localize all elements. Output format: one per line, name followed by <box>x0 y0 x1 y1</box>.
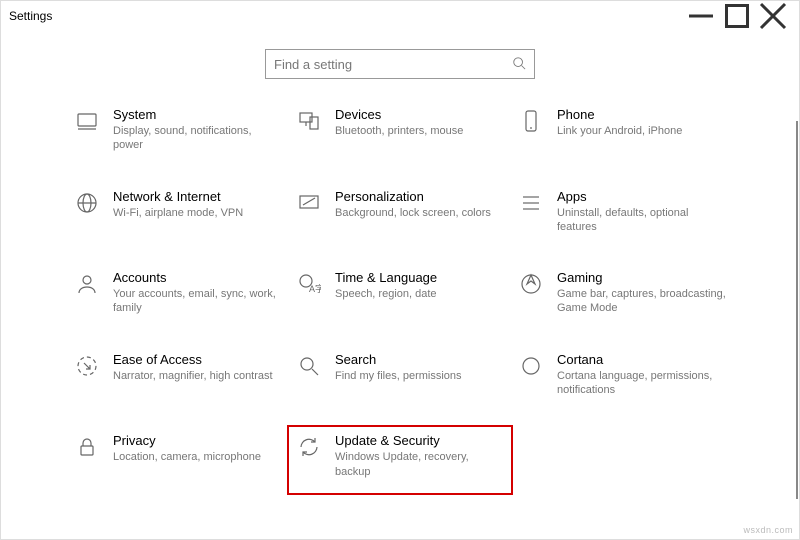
maximize-button[interactable] <box>719 2 755 30</box>
tile-subtitle: Find my files, permissions <box>335 369 505 383</box>
tile-title: Network & Internet <box>113 189 283 204</box>
tile-time-language[interactable]: A字 Time & Language Speech, region, date <box>295 270 505 316</box>
tile-subtitle: Narrator, magnifier, high contrast <box>113 369 283 383</box>
phone-icon <box>517 107 545 135</box>
tile-title: Privacy <box>113 433 283 448</box>
tile-subtitle: Bluetooth, printers, mouse <box>335 124 505 138</box>
tile-title: Gaming <box>557 270 727 285</box>
window-title: Settings <box>9 9 52 23</box>
tile-title: Cortana <box>557 352 727 367</box>
tile-subtitle: Display, sound, notifications, power <box>113 124 283 153</box>
lock-icon <box>73 433 101 461</box>
tile-subtitle: Location, camera, microphone <box>113 450 283 464</box>
tile-update-security[interactable]: Update & Security Windows Update, recove… <box>287 425 513 495</box>
system-icon <box>73 107 101 135</box>
tile-network[interactable]: Network & Internet Wi-Fi, airplane mode,… <box>73 189 283 235</box>
tile-title: Phone <box>557 107 727 122</box>
paint-icon <box>295 189 323 217</box>
tile-phone[interactable]: Phone Link your Android, iPhone <box>517 107 727 153</box>
cortana-icon <box>517 352 545 380</box>
tile-title: Update & Security <box>335 433 505 448</box>
tile-title: Personalization <box>335 189 505 204</box>
tile-subtitle: Background, lock screen, colors <box>335 206 505 220</box>
tile-subtitle: Windows Update, recovery, backup <box>335 450 505 479</box>
apps-icon <box>517 189 545 217</box>
tile-cortana[interactable]: Cortana Cortana language, permissions, n… <box>517 352 727 398</box>
tile-subtitle: Game bar, captures, broadcasting, Game M… <box>557 287 727 316</box>
tile-ease-of-access[interactable]: Ease of Access Narrator, magnifier, high… <box>73 352 283 398</box>
minimize-button[interactable] <box>683 2 719 30</box>
close-button[interactable] <box>755 2 791 30</box>
tile-title: System <box>113 107 283 122</box>
tile-title: Apps <box>557 189 727 204</box>
tile-subtitle: Your accounts, email, sync, work, family <box>113 287 283 316</box>
tile-subtitle: Cortana language, permissions, notificat… <box>557 369 727 398</box>
watermark: wsxdn.com <box>743 525 793 535</box>
time-language-icon: A字 <box>295 270 323 298</box>
tile-devices[interactable]: Devices Bluetooth, printers, mouse <box>295 107 505 153</box>
update-icon <box>295 433 323 461</box>
tile-subtitle: Uninstall, defaults, optional features <box>557 206 727 235</box>
gaming-icon <box>517 270 545 298</box>
settings-grid: System Display, sound, notifications, po… <box>1 107 799 479</box>
tile-search[interactable]: Search Find my files, permissions <box>295 352 505 398</box>
tile-title: Ease of Access <box>113 352 283 367</box>
tile-personalization[interactable]: Personalization Background, lock screen,… <box>295 189 505 235</box>
ease-of-access-icon <box>73 352 101 380</box>
tile-title: Devices <box>335 107 505 122</box>
titlebar: Settings <box>1 1 799 31</box>
search-input[interactable]: Find a setting <box>265 49 535 79</box>
tile-title: Accounts <box>113 270 283 285</box>
devices-icon <box>295 107 323 135</box>
globe-icon <box>73 189 101 217</box>
tile-subtitle: Speech, region, date <box>335 287 505 301</box>
person-icon <box>73 270 101 298</box>
tile-apps[interactable]: Apps Uninstall, defaults, optional featu… <box>517 189 727 235</box>
search-tile-icon <box>295 352 323 380</box>
search-placeholder: Find a setting <box>274 57 512 72</box>
scrollbar[interactable] <box>796 121 798 499</box>
search-icon <box>512 56 526 73</box>
tile-subtitle: Link your Android, iPhone <box>557 124 727 138</box>
tile-title: Time & Language <box>335 270 505 285</box>
tile-title: Search <box>335 352 505 367</box>
tile-system[interactable]: System Display, sound, notifications, po… <box>73 107 283 153</box>
tile-gaming[interactable]: Gaming Game bar, captures, broadcasting,… <box>517 270 727 316</box>
tile-accounts[interactable]: Accounts Your accounts, email, sync, wor… <box>73 270 283 316</box>
tile-privacy[interactable]: Privacy Location, camera, microphone <box>73 433 283 479</box>
svg-text:A字: A字 <box>309 283 321 294</box>
tile-subtitle: Wi-Fi, airplane mode, VPN <box>113 206 283 220</box>
